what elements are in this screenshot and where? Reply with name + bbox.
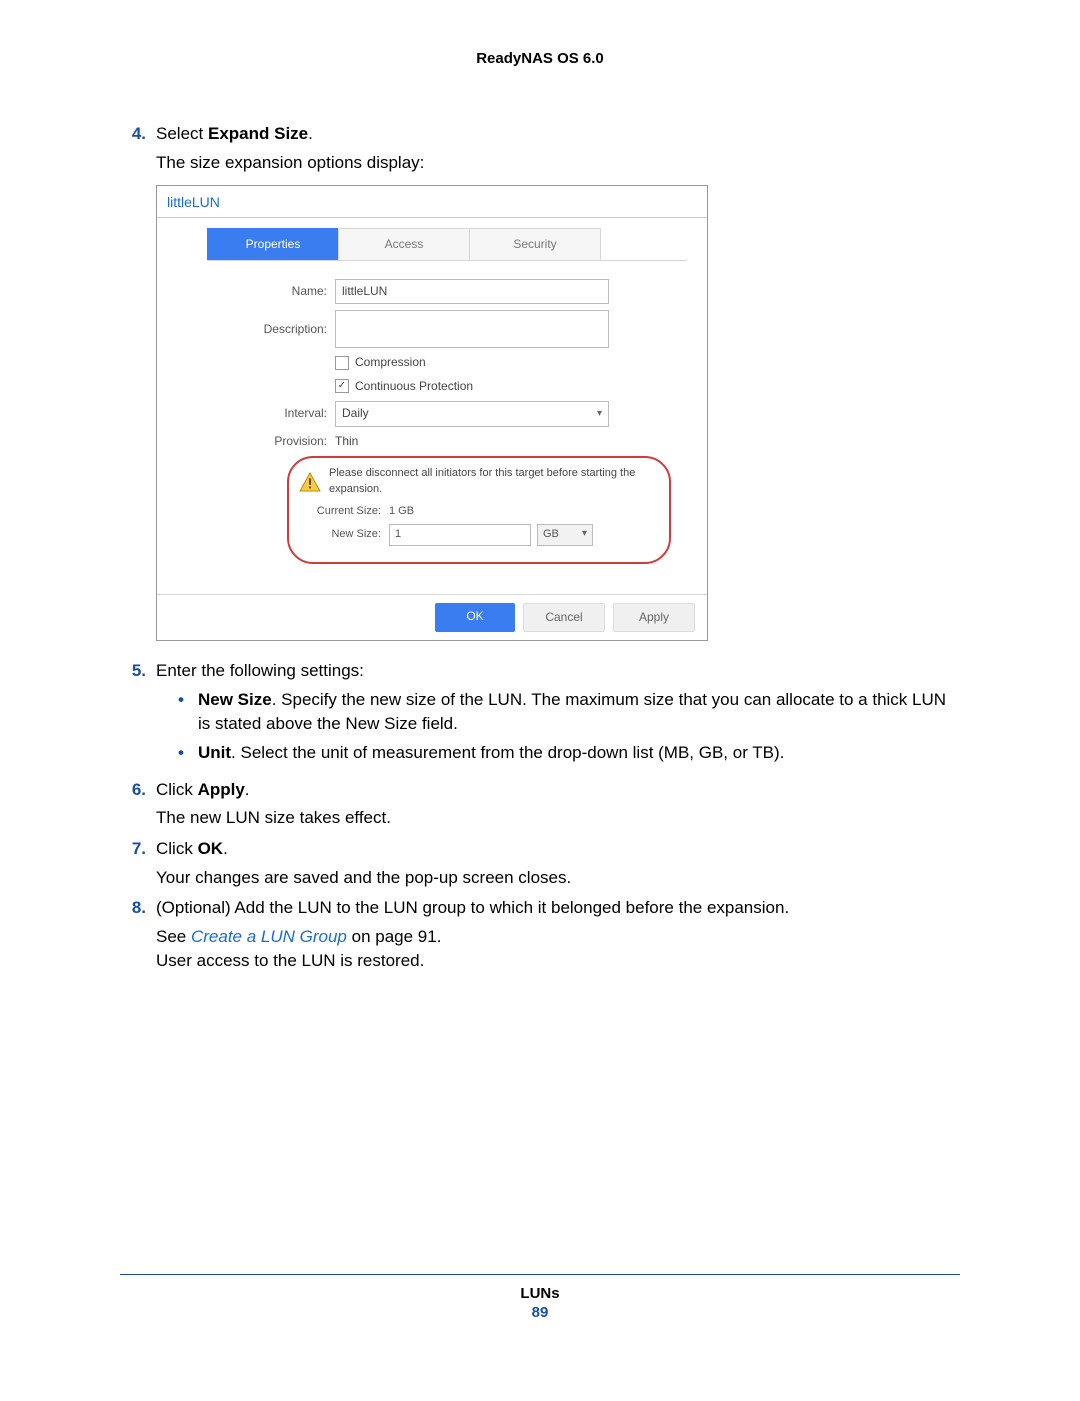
text: . bbox=[223, 839, 228, 858]
label-provision: Provision: bbox=[217, 433, 335, 450]
text: Your changes are saved and the pop-up sc… bbox=[156, 866, 960, 891]
warning-text: Please disconnect all initiators for thi… bbox=[329, 466, 659, 498]
select-interval[interactable]: Daily ▾ bbox=[335, 401, 609, 426]
dialog-panel: Name: littleLUN Description: Compression bbox=[207, 260, 687, 574]
tab-bar: Properties Access Security bbox=[207, 228, 707, 260]
value-current-size: 1 GB bbox=[389, 504, 414, 520]
text-bold: OK bbox=[198, 839, 224, 858]
text-bold: Apply bbox=[198, 780, 245, 799]
text: on page 91. bbox=[347, 927, 442, 946]
checkbox-icon: ✓ bbox=[335, 379, 349, 393]
expand-size-highlight: Please disconnect all initiators for thi… bbox=[287, 456, 671, 564]
select-unit[interactable]: GB ▾ bbox=[537, 524, 593, 546]
input-name[interactable]: littleLUN bbox=[335, 279, 609, 304]
step-number: 7. bbox=[120, 837, 156, 890]
text: Click bbox=[156, 780, 198, 799]
select-value: Daily bbox=[342, 405, 369, 422]
text: (Optional) Add the LUN to the LUN group … bbox=[156, 896, 960, 921]
text: See bbox=[156, 927, 191, 946]
label-interval: Interval: bbox=[217, 405, 335, 422]
checkbox-label: Compression bbox=[355, 354, 426, 371]
dialog-footer: OK Cancel Apply bbox=[157, 594, 707, 640]
checkbox-compression[interactable]: Compression bbox=[335, 354, 426, 371]
step-number: 4. bbox=[120, 122, 156, 653]
text: The new LUN size takes effect. bbox=[156, 806, 960, 831]
text: . bbox=[308, 124, 313, 143]
tab-access[interactable]: Access bbox=[338, 228, 470, 260]
step-number: 8. bbox=[120, 896, 156, 974]
text: The size expansion options display: bbox=[156, 151, 960, 176]
footer-section: LUNs bbox=[120, 1285, 960, 1302]
text: Select bbox=[156, 124, 208, 143]
label-new-size: New Size: bbox=[299, 527, 389, 543]
step-number: 6. bbox=[120, 778, 156, 831]
input-description[interactable] bbox=[335, 310, 609, 348]
text: Click bbox=[156, 839, 198, 858]
dialog-title: littleLUN bbox=[157, 186, 707, 214]
chevron-down-icon: ▾ bbox=[582, 527, 587, 542]
checkbox-label: Continuous Protection bbox=[355, 378, 473, 395]
step-number: 5. bbox=[120, 659, 156, 772]
bullet-icon: • bbox=[178, 688, 198, 737]
divider bbox=[157, 217, 707, 218]
text: . Select the unit of measurement from th… bbox=[231, 743, 784, 762]
tab-security[interactable]: Security bbox=[469, 228, 601, 260]
apply-button[interactable]: Apply bbox=[613, 603, 695, 632]
warning-icon bbox=[299, 472, 321, 492]
step-8: 8. (Optional) Add the LUN to the LUN gro… bbox=[120, 896, 960, 974]
bullet-icon: • bbox=[178, 741, 198, 766]
footer-divider bbox=[120, 1274, 960, 1275]
tab-properties[interactable]: Properties bbox=[207, 228, 339, 260]
step-4: 4. Select Expand Size. The size expansio… bbox=[120, 122, 960, 653]
step-6: 6. Click Apply. The new LUN size takes e… bbox=[120, 778, 960, 831]
label-name: Name: bbox=[217, 283, 335, 300]
chevron-down-icon: ▾ bbox=[597, 407, 602, 422]
step-5: 5. Enter the following settings: • New S… bbox=[120, 659, 960, 772]
text: . Specify the new size of the LUN. The m… bbox=[198, 690, 946, 734]
text-bold: Unit bbox=[198, 743, 231, 762]
text-bold: New Size bbox=[198, 690, 272, 709]
select-value: GB bbox=[543, 527, 559, 543]
label-current-size: Current Size: bbox=[299, 504, 389, 520]
link-create-lun-group[interactable]: Create a LUN Group bbox=[191, 927, 347, 946]
ok-button[interactable]: OK bbox=[435, 603, 515, 632]
text-bold: Expand Size bbox=[208, 124, 308, 143]
page-header: ReadyNAS OS 6.0 bbox=[120, 50, 960, 67]
step-7: 7. Click OK. Your changes are saved and … bbox=[120, 837, 960, 890]
text: . bbox=[245, 780, 250, 799]
dialog-screenshot: littleLUN Properties Access Security Nam… bbox=[156, 185, 708, 641]
input-new-size[interactable]: 1 bbox=[389, 524, 531, 546]
value-provision: Thin bbox=[335, 433, 358, 450]
text: Enter the following settings: bbox=[156, 659, 960, 684]
label-description: Description: bbox=[217, 321, 335, 338]
checkbox-continuous[interactable]: ✓ Continuous Protection bbox=[335, 378, 473, 395]
instruction-list: 4. Select Expand Size. The size expansio… bbox=[120, 122, 960, 974]
cancel-button[interactable]: Cancel bbox=[523, 603, 605, 632]
footer-page-number: 89 bbox=[120, 1304, 960, 1321]
text: User access to the LUN is restored. bbox=[156, 949, 960, 974]
checkbox-icon bbox=[335, 356, 349, 370]
